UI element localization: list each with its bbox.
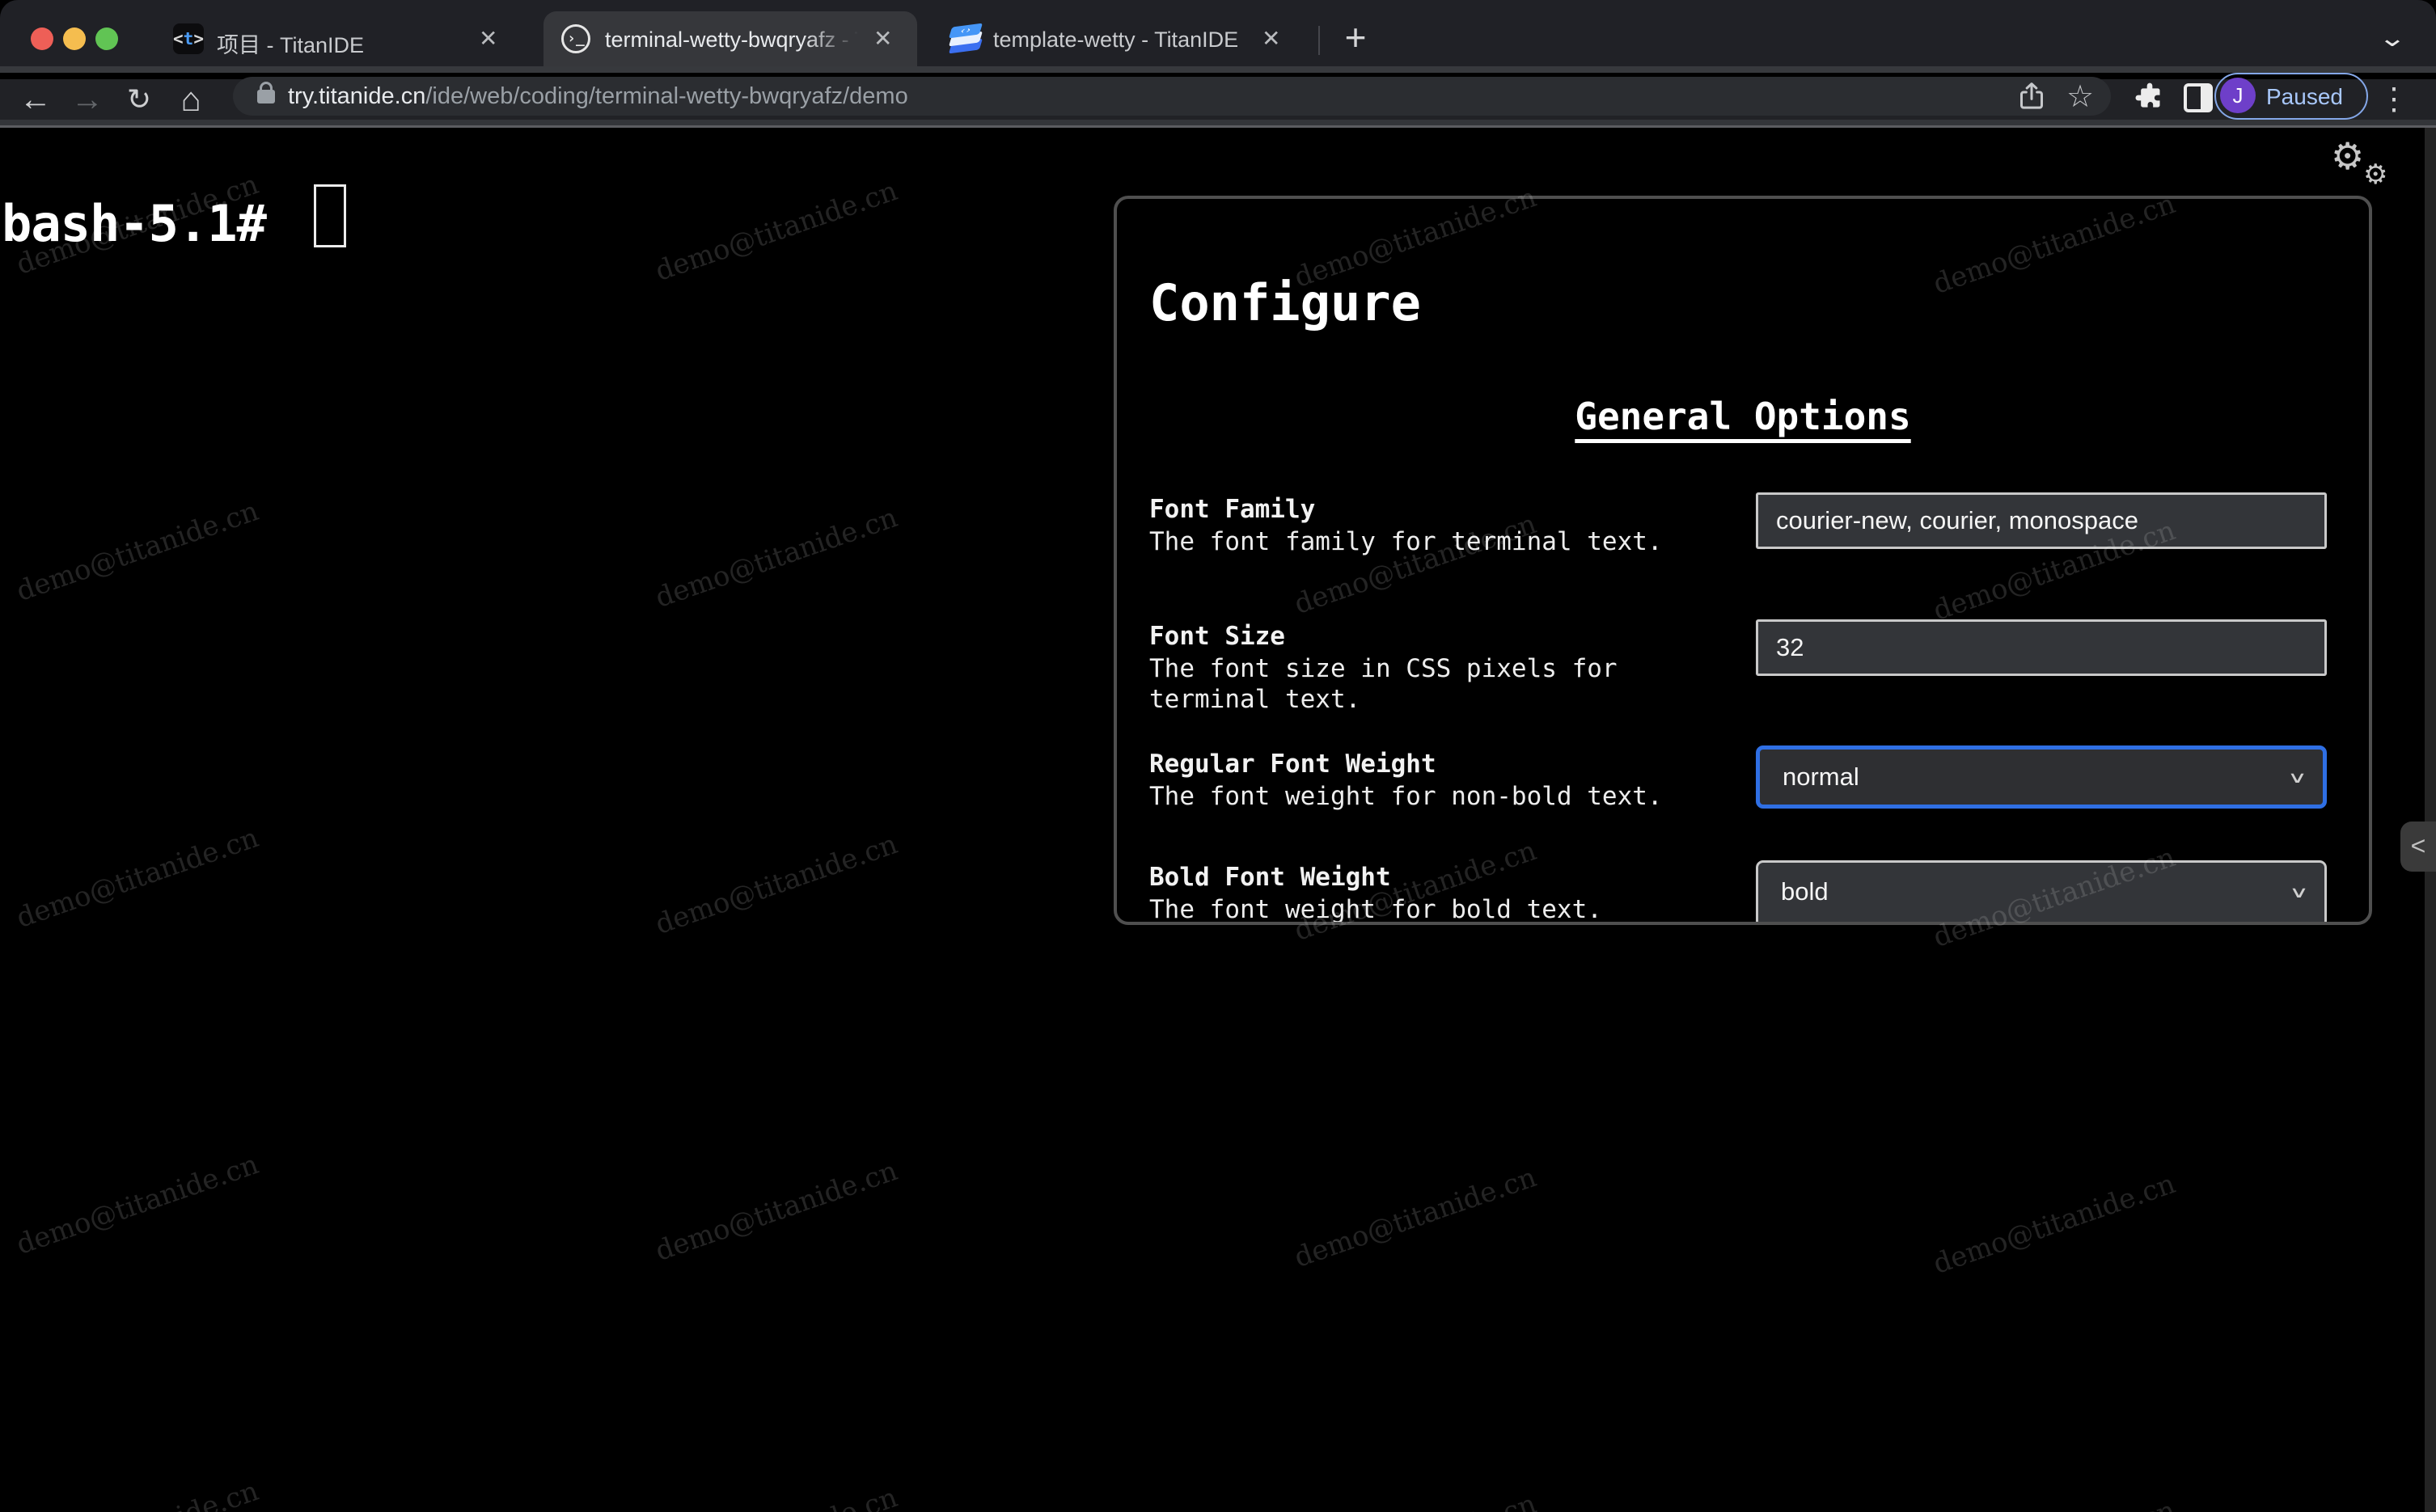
bold-font-weight-label: Bold Font Weight: [1149, 863, 1391, 892]
share-icon[interactable]: [2015, 80, 2051, 112]
chevron-down-icon[interactable]: ⌄: [2361, 16, 2424, 61]
tab-project[interactable]: <t> 项目 - TitanIDE ✕: [155, 11, 529, 66]
watermark-text: demo@titanide.cn: [12, 495, 263, 608]
watermark-text: demo@titanide.cn: [1290, 1161, 1541, 1274]
bold-font-weight-select[interactable]: bold ∨: [1756, 860, 2327, 922]
terminal-cursor[interactable]: [314, 184, 346, 247]
watermark-text: demo@titanide.cn: [12, 1148, 263, 1261]
regular-font-weight-label: Regular Font Weight: [1149, 750, 1436, 779]
settings-gear-icon[interactable]: ⚙: [2331, 134, 2364, 178]
font-size-label: Font Size: [1149, 622, 1285, 651]
tab-title: template-wetty - TitanIDE: [993, 27, 1239, 52]
url-path: /ide/web/coding/terminal-wetty-bwqryafz/…: [425, 83, 908, 109]
url-host: try.titanide.cn: [288, 83, 426, 109]
tab-strip: <t> 项目 - TitanIDE ✕ ›_ terminal-wetty-bw…: [0, 0, 2436, 73]
regular-font-weight-select[interactable]: normal ∨: [1756, 745, 2327, 809]
font-family-input[interactable]: courier-new, courier, monospace: [1756, 492, 2327, 549]
watermark-text: demo@titanide.cn: [1929, 1494, 2179, 1512]
chevron-down-icon: ∨: [2287, 767, 2307, 787]
address-bar[interactable]: try.titanide.cn/ide/web/coding/terminal-…: [233, 77, 2111, 116]
font-size-desc: The font size in CSS pixels for terminal…: [1149, 654, 1618, 714]
watermark-text: demo@titanide.cn: [651, 175, 902, 288]
terminal-prompt: bash-5.1#: [2, 194, 267, 253]
profile-status-label: Paused: [2266, 84, 2343, 109]
tab-template-wetty[interactable]: ‹› template-wetty - TitanIDE ✕: [932, 11, 1305, 66]
chevron-down-icon: ∨: [2289, 882, 2309, 902]
toolbar: ← → ↻ ⌂ try.titanide.cn/ide/web/coding/t…: [0, 73, 2436, 120]
panel-title: Configure: [1149, 273, 1421, 332]
close-icon[interactable]: ✕: [1262, 26, 1280, 52]
fullscreen-window-button[interactable]: [95, 27, 118, 50]
section-heading: General Options: [1575, 395, 1911, 438]
new-tab-button[interactable]: +: [1333, 11, 1378, 66]
terminal-page: bash-5.1# ⚙ ⚙ Configure General Options …: [0, 128, 2436, 1512]
url-text[interactable]: try.titanide.cn/ide/web/coding/terminal-…: [288, 83, 908, 110]
bold-font-weight-desc: The font weight for bold text.: [1149, 895, 1602, 924]
extensions-puzzle-icon[interactable]: [2134, 82, 2166, 114]
font-family-label: Font Family: [1149, 495, 1316, 524]
toolbar-bottom-band: [0, 120, 2436, 125]
watermark-text: demo@titanide.cn: [651, 828, 902, 941]
avatar: J: [2220, 78, 2256, 113]
tab-title-fade: [802, 26, 859, 55]
lock-icon[interactable]: [257, 82, 275, 103]
bookmark-star-icon[interactable]: ☆: [2062, 80, 2098, 114]
collapsed-side-panel-strip: [2425, 128, 2436, 1512]
font-family-desc: The font family for terminal text.: [1149, 527, 1663, 556]
side-panel-icon[interactable]: [2184, 83, 2213, 112]
close-icon[interactable]: ✕: [873, 26, 892, 52]
watermark-text: demo@titanide.cn: [651, 501, 902, 615]
watermark-text: demo@titanide.cn: [651, 1155, 902, 1268]
watermark-text: demo@titanide.cn: [1290, 1488, 1540, 1512]
close-window-button[interactable]: [31, 27, 53, 50]
tab-title: 项目 - TitanIDE: [217, 33, 365, 57]
code-t-icon: <t>: [173, 23, 204, 54]
tab-terminal-wetty[interactable]: ›_ terminal-wetty-bwqryafz - Tita ✕: [543, 11, 917, 66]
profile-paused-badge[interactable]: J Paused: [2214, 73, 2368, 120]
font-size-input[interactable]: 32: [1756, 619, 2327, 676]
screen: <t> 项目 - TitanIDE ✕ ›_ terminal-wetty-bw…: [0, 0, 2436, 1512]
side-panel-toggle-handle[interactable]: <: [2400, 821, 2436, 872]
browser-window: <t> 项目 - TitanIDE ✕ ›_ terminal-wetty-bw…: [0, 0, 2436, 1512]
terminal-icon: ›_: [561, 24, 590, 53]
watermark-text: demo@titanide.cn: [12, 821, 263, 935]
regular-font-weight-desc: The font weight for non-bold text.: [1149, 782, 1663, 811]
watermark-text: demo@titanide.cn: [12, 1475, 262, 1512]
layers-icon: ‹›: [948, 23, 983, 57]
minimize-window-button[interactable]: [63, 27, 86, 50]
configure-panel: Configure General Options Font Family Th…: [1114, 196, 2372, 925]
settings-gear-small-icon[interactable]: ⚙: [2363, 158, 2387, 191]
close-icon[interactable]: ✕: [479, 26, 497, 52]
watermark-text: demo@titanide.cn: [651, 1481, 901, 1512]
watermark-text: demo@titanide.cn: [1929, 1168, 2180, 1281]
tab-divider: [1318, 26, 1320, 55]
